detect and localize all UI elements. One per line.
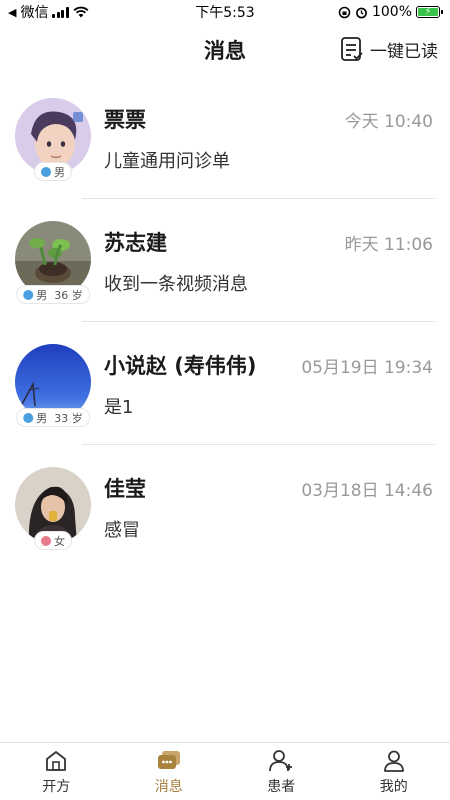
message-time: 今天 10:40 [344,112,433,132]
battery-icon: ⚡ [416,6,443,18]
wifi-icon [73,6,89,18]
message-icon [156,748,182,774]
message-preview: 是1 [104,397,134,418]
tab-label: 我的 [379,779,408,795]
age-text: 36 岁 [54,288,83,302]
tab-label: 开方 [42,779,71,795]
male-icon [23,289,34,300]
page-title: 消息 [204,39,246,63]
status-left: ◀ 微信 [8,2,89,22]
list-item[interactable]: 男 票票 今天 10:40 儿童通用问诊单 [0,76,450,199]
tab-label: 消息 [154,779,183,795]
message-preview: 儿童通用问诊单 [104,151,230,172]
gender-badge: 男 33 岁 [16,408,90,427]
contact-name: 佳莹 [104,477,146,501]
tab-messages[interactable]: 消息 [113,743,226,800]
list-item[interactable]: 男 36 岁 苏志建 昨天 11:06 收到一条视频消息 [0,199,450,322]
age-text: 33 岁 [54,411,83,425]
tab-prescribe[interactable]: 开方 [0,743,113,800]
message-preview: 收到一条视频消息 [104,274,248,295]
gender-text: 女 [54,534,65,548]
list-item[interactable]: 男 33 岁 小说赵 (寿伟伟) 05月19日 19:34 是1 [0,322,450,445]
tab-profile[interactable]: 我的 [338,743,450,800]
gender-text: 男 [36,411,48,425]
mark-read-icon [341,37,363,61]
message-preview: 感冒 [104,520,140,541]
house-icon [43,748,69,774]
patient-icon [268,748,294,774]
alarm-icon [356,7,367,18]
avatar-wrap: 女 [15,467,91,557]
list-item[interactable]: 女 佳莹 03月18日 14:46 感冒 [0,445,450,568]
mark-all-read-label: 一键已读 [370,41,438,62]
signal-icon [52,6,69,18]
gender-badge: 男 [34,162,72,181]
battery-percent: 100% [371,4,412,20]
status-bar: ◀ 微信 下午5:53 100% ⚡ [0,0,450,24]
avatar-wrap: 男 [15,98,91,188]
avatar-wrap: 男 33 岁 [15,344,91,434]
message-list: 男 票票 今天 10:40 儿童通用问诊单 男 36 岁 苏志建 昨天 11:0… [0,76,450,568]
gender-text: 男 [36,288,48,302]
contact-name: 票票 [104,108,146,132]
status-right: 100% ⚡ [338,4,443,20]
message-time: 05月19日 19:34 [301,358,433,378]
header: 消息 一键已读 [0,24,450,76]
avatar-wrap: 男 36 岁 [15,221,91,311]
female-icon [41,535,51,546]
carrier-label: 微信 [20,5,49,21]
gender-badge: 男 36 岁 [16,285,90,304]
tab-label: 患者 [267,779,296,795]
male-icon [23,412,34,423]
gender-badge: 女 [34,531,72,550]
message-time: 昨天 11:06 [344,235,433,255]
orientation-lock-icon [338,6,351,18]
contact-name: 苏志建 [104,231,167,255]
tab-bar: 开方 消息 患者 我的 [0,742,450,800]
contact-name: 小说赵 (寿伟伟) [104,354,257,378]
mark-all-read-button[interactable]: 一键已读 [340,36,438,62]
gender-text: 男 [54,165,65,179]
male-icon [41,166,51,177]
back-arrow-icon[interactable]: ◀ [8,6,16,19]
message-time: 03月18日 14:46 [301,481,433,501]
profile-icon [381,748,407,774]
tab-patients[interactable]: 患者 [225,743,338,800]
